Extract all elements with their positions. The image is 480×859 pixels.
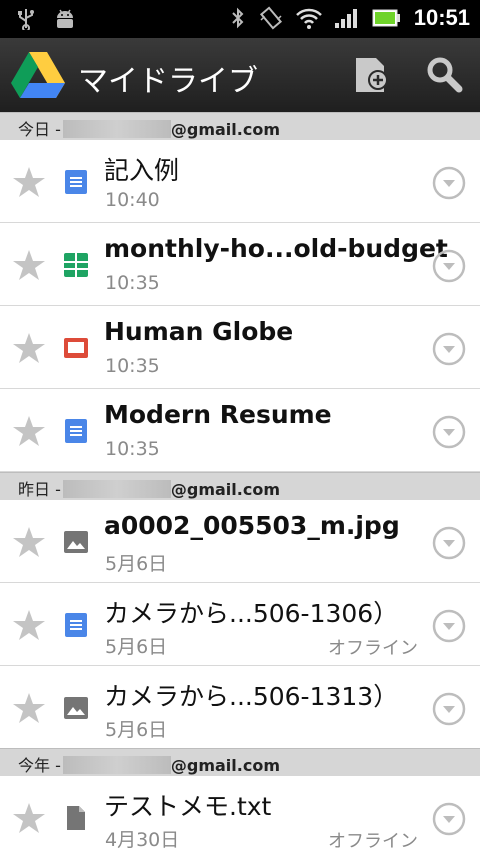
document-icon (65, 170, 87, 194)
item-menu-icon[interactable] (432, 526, 466, 560)
star-icon[interactable] (12, 248, 46, 282)
star-icon[interactable] (12, 801, 46, 835)
redacted-email (62, 756, 171, 774)
document-icon (65, 613, 87, 637)
usb-icon (18, 9, 34, 30)
star-icon[interactable] (12, 691, 46, 725)
file-time: 10:35 (105, 438, 160, 460)
file-row[interactable]: Modern Resume 10:35 (0, 389, 480, 472)
spreadsheet-icon (64, 253, 88, 277)
image-icon (64, 531, 88, 553)
wifi-icon (295, 8, 322, 29)
star-icon[interactable] (12, 414, 46, 448)
section-date: 昨日 - (18, 480, 61, 499)
star-icon[interactable] (12, 525, 46, 559)
file-name: カメラから...506-1313） (104, 682, 399, 711)
file-name: monthly-ho...old-budget (104, 234, 448, 263)
file-row[interactable]: Human Globe 10:35 (0, 306, 480, 389)
section-email: @gmail.com (170, 480, 280, 499)
file-name: テストメモ.txt (104, 792, 272, 821)
redacted-email (62, 120, 171, 138)
search-icon (427, 57, 463, 93)
item-menu-icon[interactable] (432, 249, 466, 283)
file-time: 5月6日 (105, 553, 168, 575)
star-icon[interactable] (12, 165, 46, 199)
search-button[interactable] (420, 50, 470, 100)
file-row[interactable]: 記入例 10:40 (0, 140, 480, 223)
file-time: 5月6日 (105, 636, 168, 658)
file-time: 5月6日 (105, 719, 168, 741)
item-menu-icon[interactable] (432, 692, 466, 726)
android-debug-icon (57, 9, 73, 28)
drive-logo-icon[interactable] (10, 50, 66, 100)
image-icon (64, 697, 88, 719)
file-row[interactable]: カメラから...506-1313） 5月6日 (0, 666, 480, 749)
redacted-email (62, 480, 171, 498)
section-date: 今日 - (18, 120, 61, 139)
file-icon (67, 806, 85, 830)
section-email: @gmail.com (170, 756, 280, 775)
offline-label: オフライン (328, 831, 418, 852)
file-name: カメラから...506-1306） (104, 599, 399, 628)
star-icon[interactable] (12, 331, 46, 365)
new-document-icon (356, 58, 388, 92)
action-bar: マイドライブ (0, 38, 480, 112)
status-bar: 10:51 (0, 0, 480, 38)
file-row[interactable]: テストメモ.txt 4月30日 オフライン (0, 776, 480, 859)
file-name: a0002_005503_m.jpg (104, 511, 400, 540)
file-name: Modern Resume (104, 400, 332, 429)
file-time: 10:35 (105, 272, 160, 294)
section-header: 昨日 - @gmail.com (0, 472, 480, 500)
file-time: 10:40 (105, 189, 160, 211)
item-menu-icon[interactable] (432, 802, 466, 836)
item-menu-icon[interactable] (432, 609, 466, 643)
item-menu-icon[interactable] (432, 166, 466, 200)
file-name: 記入例 (104, 156, 180, 185)
file-row[interactable]: カメラから...506-1306） 5月6日 オフライン (0, 583, 480, 666)
app-title: マイドライブ (78, 64, 258, 99)
presentation-icon (64, 338, 88, 358)
new-document-button[interactable] (348, 50, 398, 100)
item-menu-icon[interactable] (432, 332, 466, 366)
file-time: 10:35 (105, 355, 160, 377)
battery-icon (372, 9, 400, 27)
item-menu-icon[interactable] (432, 415, 466, 449)
clock: 10:51 (413, 5, 470, 30)
file-row[interactable]: monthly-ho...old-budget 10:35 (0, 223, 480, 306)
document-icon (65, 419, 87, 443)
section-date: 今年 - (18, 756, 61, 775)
star-icon[interactable] (12, 608, 46, 642)
signal-icon (334, 9, 357, 28)
section-header: 今日 - @gmail.com (0, 112, 480, 140)
file-time: 4月30日 (105, 829, 180, 851)
file-name: Human Globe (104, 317, 294, 346)
file-row[interactable]: a0002_005503_m.jpg 5月6日 (0, 500, 480, 583)
section-header: 今年 - @gmail.com (0, 748, 480, 776)
vibrate-icon (259, 6, 282, 30)
bluetooth-icon (232, 7, 244, 29)
section-email: @gmail.com (170, 120, 280, 139)
offline-label: オフライン (328, 638, 418, 659)
